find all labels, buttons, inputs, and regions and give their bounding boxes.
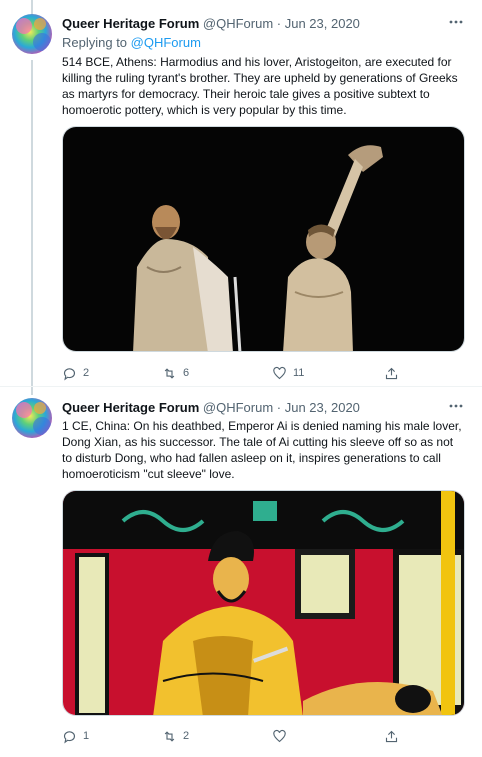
replying-to-label: Replying to (62, 35, 131, 50)
reply-icon (63, 367, 75, 380)
display-name[interactable]: Queer Heritage Forum (62, 16, 199, 31)
replying-to: Replying to @QHForum (62, 34, 201, 52)
tweet-header: Queer Heritage Forum @QHForum · Jun 23, … (62, 14, 472, 34)
retweet-icon (164, 367, 175, 379)
tweet-media-statues[interactable] (62, 126, 465, 352)
like-count: 11 (293, 367, 305, 379)
timestamp[interactable]: · Jun 23, 2020 (277, 400, 360, 415)
avatar-image (12, 14, 52, 54)
more-icon[interactable] (446, 398, 466, 418)
avatar[interactable] (12, 14, 52, 54)
statues-image (63, 127, 464, 351)
tweet-divider (0, 386, 482, 387)
heart-icon (273, 729, 286, 742)
avatar[interactable] (12, 398, 52, 438)
avatar-image (12, 398, 52, 438)
share-button[interactable] (384, 726, 399, 746)
reply-count: 2 (83, 367, 90, 379)
tweet-card[interactable]: Queer Heritage Forum @QHForum · Jun 23, … (0, 14, 482, 386)
tweet-card[interactable]: Queer Heritage Forum @QHForum · Jun 23, … (0, 398, 482, 757)
replying-to-handle-link[interactable]: @QHForum (131, 35, 201, 50)
thread-connector (31, 0, 33, 14)
share-icon (385, 367, 398, 379)
reply-button[interactable]: 1 (62, 726, 89, 746)
retweet-button[interactable]: 6 (162, 363, 189, 383)
reply-count: 1 (83, 730, 90, 742)
like-button[interactable]: 11 (272, 363, 304, 383)
share-button[interactable] (384, 363, 399, 383)
timestamp[interactable]: · Jun 23, 2020 (277, 16, 360, 31)
display-name[interactable]: Queer Heritage Forum (62, 400, 199, 415)
share-icon (385, 730, 398, 742)
tweet-actions: 2 6 11 (62, 363, 402, 383)
handle[interactable]: @QHForum (203, 16, 273, 31)
more-icon[interactable] (446, 14, 466, 34)
handle[interactable]: @QHForum (203, 400, 273, 415)
reply-icon (63, 730, 75, 743)
retweet-count: 6 (183, 367, 190, 379)
retweet-button[interactable]: 2 (162, 726, 189, 746)
like-button[interactable] (272, 726, 293, 746)
reply-button[interactable]: 2 (62, 363, 89, 383)
retweet-count: 2 (183, 730, 190, 742)
tweet-actions: 1 2 (62, 726, 402, 746)
tweet-header: Queer Heritage Forum @QHForum · Jun 23, … (62, 398, 472, 418)
retweet-icon (164, 730, 175, 742)
tweet-text: 514 BCE, Athens: Harmodius and his lover… (62, 55, 458, 117)
tweet-media-illustration[interactable] (62, 490, 465, 716)
tweet-text: 1 CE, China: On his deathbed, Emperor Ai… (62, 419, 462, 481)
heart-icon (273, 366, 286, 379)
illustration-image (63, 491, 464, 715)
